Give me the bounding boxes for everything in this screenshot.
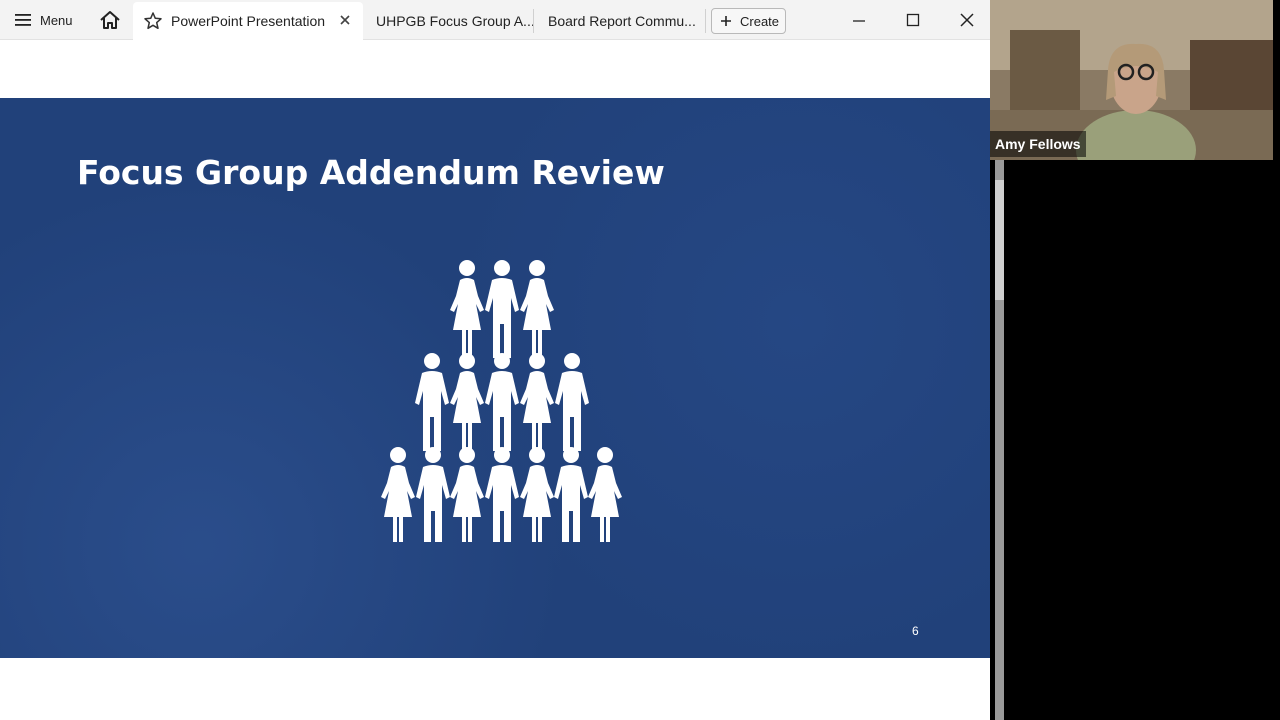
people-pyramid-icon (381, 260, 622, 542)
slide-title: Focus Group Addendum Review (77, 153, 665, 192)
create-label: Create (740, 13, 780, 29)
row-bottom (381, 447, 622, 542)
tab-powerpoint-presentation[interactable]: PowerPoint Presentation (133, 2, 363, 40)
home-button[interactable] (96, 0, 124, 40)
menu-label: Menu (40, 12, 73, 28)
minimize-button[interactable] (846, 8, 872, 32)
maximize-icon (906, 13, 920, 27)
row-top (450, 260, 554, 358)
slide-number: 6 (912, 624, 919, 638)
viewer-window: Menu PowerPoint Presentation UHPGB Focus… (0, 0, 990, 720)
tab-label: UHPGB Focus Group A... (376, 13, 533, 29)
tab-label: Board Report Commu... (548, 13, 696, 29)
maximize-button[interactable] (900, 8, 926, 32)
tab-uhpgb-focus-group[interactable]: UHPGB Focus Group A... (364, 9, 534, 33)
tab-label: PowerPoint Presentation (171, 13, 326, 29)
close-tab-icon[interactable] (337, 12, 353, 28)
scrollbar-thumb[interactable] (995, 180, 1004, 300)
home-icon (100, 11, 120, 29)
scrollbar[interactable] (995, 160, 1004, 720)
row-middle (415, 353, 589, 451)
close-icon (960, 13, 974, 27)
star-icon[interactable] (143, 11, 163, 31)
create-button[interactable]: Create (711, 8, 786, 34)
minimize-icon (853, 20, 865, 22)
presentation-slide: Focus Group Addendum Review 6 (0, 98, 990, 658)
hamburger-icon (15, 14, 31, 26)
tab-board-report[interactable]: Board Report Commu... (536, 9, 706, 33)
menu-button[interactable]: Menu (14, 0, 84, 40)
tab-bar: Menu PowerPoint Presentation UHPGB Focus… (0, 0, 990, 40)
close-window-button[interactable] (954, 8, 980, 32)
plus-icon (721, 16, 731, 26)
participant-name-label: Amy Fellows (990, 131, 1086, 157)
